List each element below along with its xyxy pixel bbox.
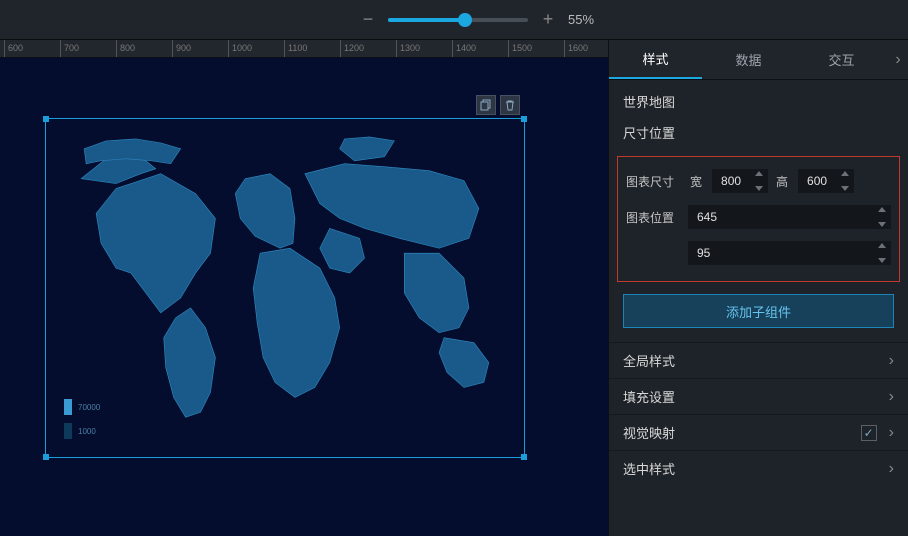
visual-map-label: 视觉映射 [623,423,675,442]
tab-data[interactable]: 数据 [702,40,795,79]
zoom-in-button[interactable]: + [540,12,556,28]
ruler-tick: 700 [60,40,79,57]
chart-size-label: 图表尺寸 [626,173,682,190]
size-position-group: 图表尺寸 宽 高 图表位置 [617,156,900,282]
size-position-title: 尺寸位置 [609,119,908,150]
fill-settings-label: 填充设置 [623,387,675,406]
component-title: 世界地图 [609,80,908,119]
height-label: 高 [776,173,788,190]
chart-pos-x-row: 图表位置 [626,199,891,235]
world-map-component[interactable]: 70000 1000 [45,118,525,458]
main-area: 600 700 800 900 1000 1100 1200 1300 1400 1500 1600 [0,40,908,536]
chevron-right-icon: › [895,51,900,69]
section-visual-map[interactable]: 视觉映射 ✓ › [609,414,908,450]
legend-item-max: 70000 [64,399,100,415]
copy-icon[interactable] [476,95,496,115]
chevron-right-icon: › [889,352,894,370]
width-stepper[interactable] [752,171,766,191]
chevron-right-icon: › [889,388,894,406]
zoom-slider[interactable] [388,18,528,22]
ruler-tick: 1200 [340,40,364,57]
pos-x-input[interactable] [688,205,891,229]
section-fill-settings[interactable]: 填充设置 › [609,378,908,414]
ruler-tick: 1400 [452,40,476,57]
ruler-tick: 1000 [228,40,252,57]
chart-pos-label: 图表位置 [626,209,682,226]
ruler-tick: 1100 [284,40,307,57]
legend-min-label: 1000 [78,427,96,436]
ruler-tick: 900 [172,40,191,57]
chart-size-row: 图表尺寸 宽 高 [626,163,891,199]
visual-map-checkbox[interactable]: ✓ [861,425,877,441]
resize-handle-tr[interactable] [521,116,527,122]
legend-item-min: 1000 [64,423,100,439]
canvas-area: 600 700 800 900 1000 1100 1200 1300 1400 1500 1600 [0,40,608,536]
chevron-right-icon: › [889,424,894,442]
map-legend: 70000 1000 [64,399,100,439]
chevron-right-icon: › [889,460,894,478]
tabs-more-button[interactable]: › [888,40,908,79]
section-global-style[interactable]: 全局样式 › [609,342,908,378]
tab-interaction[interactable]: 交互 [795,40,888,79]
pos-y-stepper[interactable] [875,243,889,263]
panel-tabs: 样式 数据 交互 › [609,40,908,80]
global-style-label: 全局样式 [623,351,675,370]
height-stepper[interactable] [838,171,852,191]
ruler-tick: 600 [4,40,23,57]
add-subcomponent-button[interactable]: 添加子组件 [623,294,894,328]
zoom-out-button[interactable]: − [360,12,376,28]
section-select-style[interactable]: 选中样式 › [609,450,908,486]
panel-body: 世界地图 尺寸位置 图表尺寸 宽 高 图表位置 [609,80,908,536]
ruler-tick: 800 [116,40,135,57]
tab-style[interactable]: 样式 [609,40,702,79]
ruler-horizontal: 600 700 800 900 1000 1100 1200 1300 1400 1500 1600 [0,40,608,58]
pos-y-input[interactable] [688,241,891,265]
top-toolbar: − + 55% [0,0,908,40]
properties-panel: 样式 数据 交互 › 世界地图 尺寸位置 图表尺寸 宽 高 [608,40,908,536]
ruler-tick: 1500 [508,40,532,57]
ruler-tick: 1600 [564,40,588,57]
select-style-label: 选中样式 [623,459,675,478]
pos-x-stepper[interactable] [875,207,889,227]
width-label: 宽 [690,173,702,190]
canvas-viewport[interactable]: 70000 1000 [0,58,608,536]
resize-handle-bl[interactable] [43,454,49,460]
delete-icon[interactable] [500,95,520,115]
legend-max-label: 70000 [78,403,100,412]
world-map-svg [46,119,524,457]
ruler-tick: 1300 [396,40,420,57]
zoom-percent-label: 55% [568,12,594,27]
resize-handle-br[interactable] [521,454,527,460]
chart-pos-y-row [626,235,891,271]
selection-toolbar [476,95,520,115]
zoom-controls: − + 55% [360,12,594,28]
resize-handle-tl[interactable] [43,116,49,122]
